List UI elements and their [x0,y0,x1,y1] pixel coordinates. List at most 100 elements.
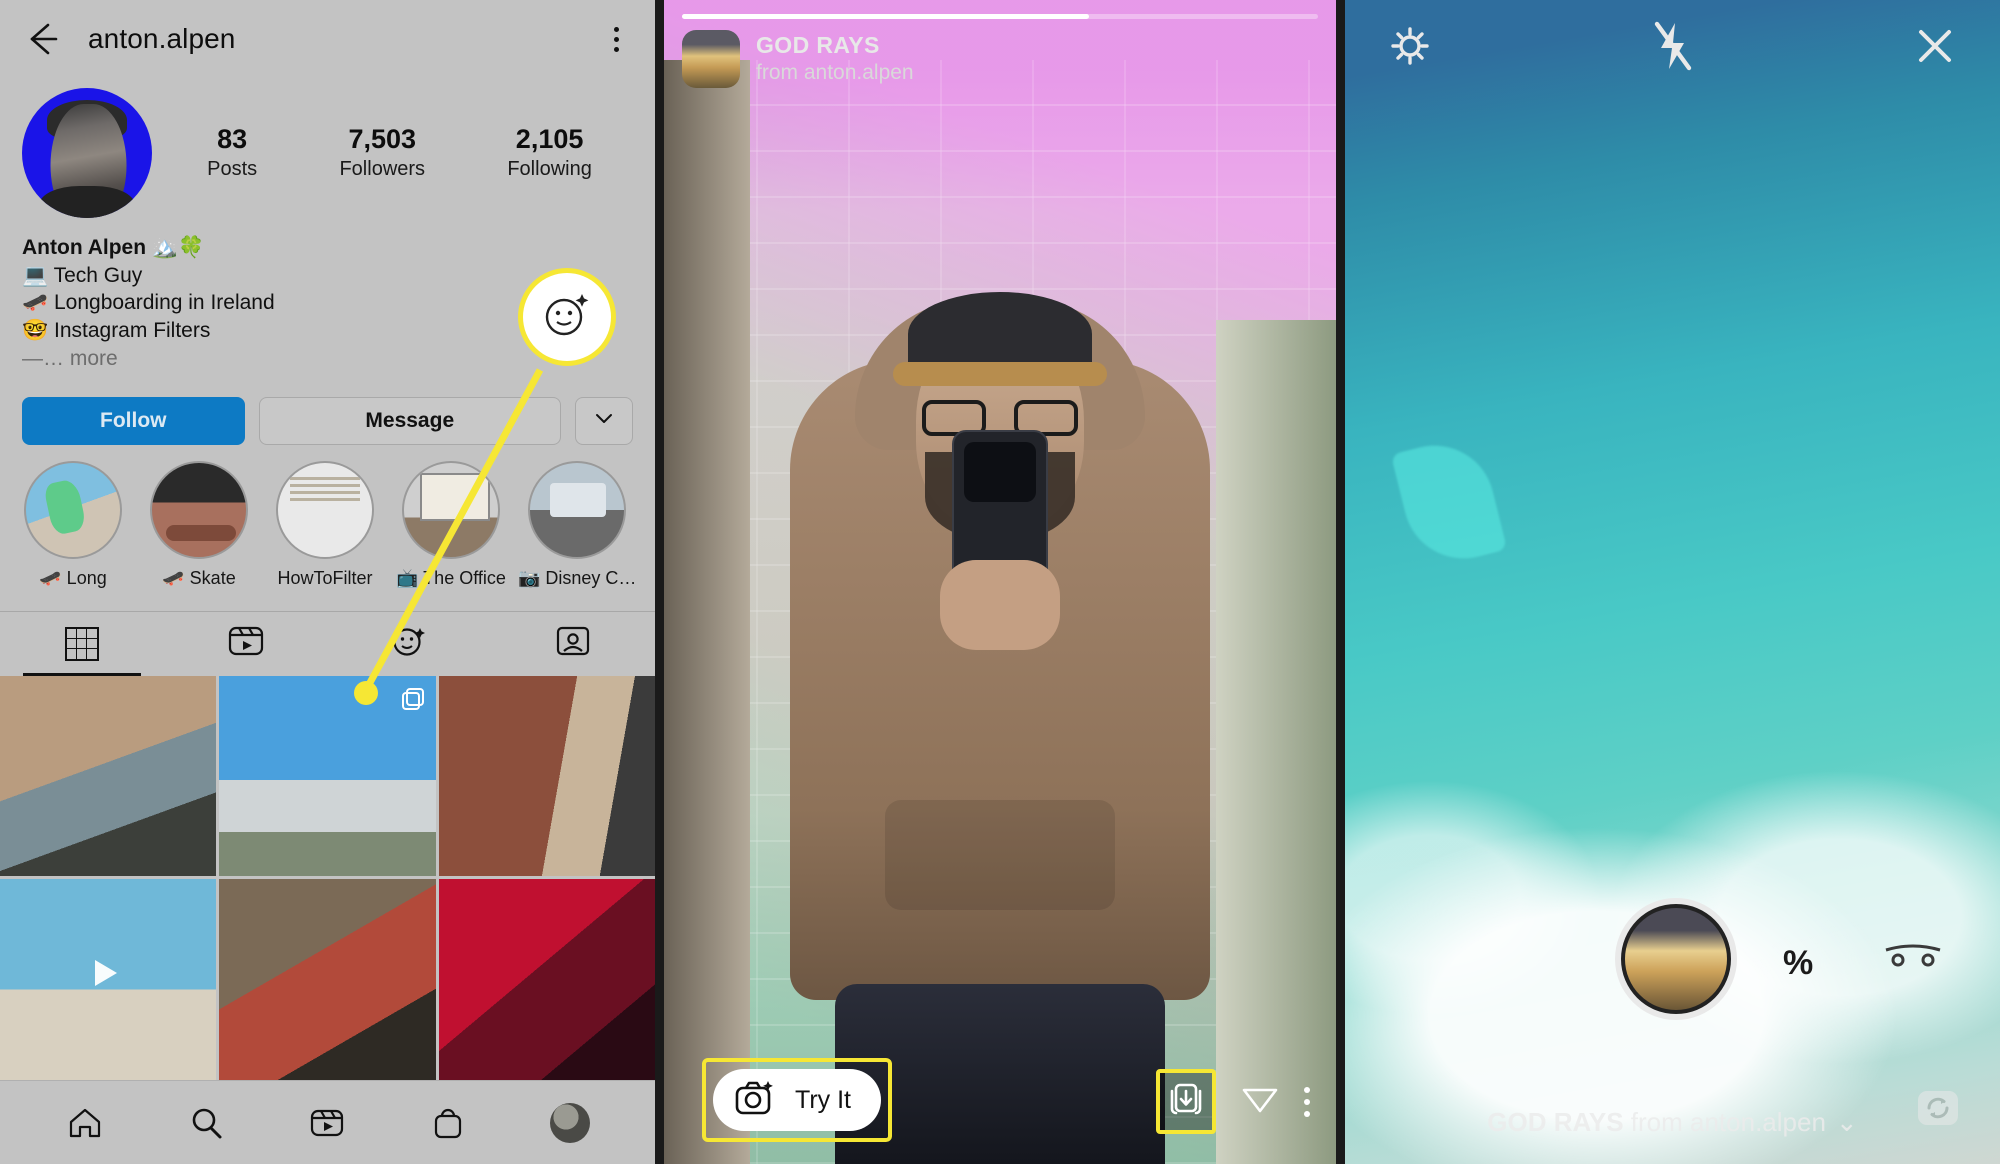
post-cell[interactable] [219,675,436,877]
page-title: anton.alpen [88,23,236,54]
post-cell[interactable] [438,675,655,877]
post-cell[interactable] [0,879,217,1080]
profile-summary: 83 Posts 7,503 Followers 2,105 Following [0,78,655,218]
annotation-badge [518,268,616,366]
longboard-icon [1390,433,1508,572]
try-it-highlight-box: Try It [702,1058,893,1142]
bottom-navigation-bar [0,1080,655,1164]
profile-tabs [0,610,655,676]
posts-count: 83 [217,123,248,154]
highlight-label: HowToFilter [277,567,373,588]
posts-label: Posts [207,158,258,181]
avatar[interactable] [22,88,152,218]
reels-icon[interactable] [308,1104,346,1142]
highlight-cover [402,460,500,559]
highlight-label: 🛹 Skate [162,567,236,588]
gear-icon[interactable] [1387,23,1433,74]
filter-thumbnail[interactable] [682,30,740,88]
filter-author: from anton.alpen [756,61,914,85]
send-paper-plane-icon[interactable] [1238,1077,1282,1126]
camera-top-bar [1345,0,2000,96]
highlight-label: 📷 Disney C… [518,567,636,588]
post-cell[interactable] [0,675,217,877]
shop-bag-icon[interactable] [429,1104,467,1142]
highlight-item[interactable]: 📷 Disney C… [518,460,636,589]
kebab-menu-icon[interactable] [599,22,633,56]
profile-header: anton.alpen [0,0,655,78]
chevron-down-icon[interactable]: ⌄ [1836,1107,1858,1138]
camera-controls: % [1345,898,2000,1068]
reels-icon [227,622,265,665]
bio-display-name: Anton Alpen 🏔️🍀 [22,236,205,259]
followers-count: 7,503 [348,123,417,154]
tab-filters[interactable] [328,612,492,676]
highlight-label: 📺 The Office [396,567,506,588]
tagged-person-icon [554,622,592,665]
effect-name: GOD RAYS [1487,1107,1624,1137]
highlight-cover [528,460,626,559]
story-filter-panel: GOD RAYS from anton.alpen Try It [664,0,1336,1164]
water-foam-background [1345,558,2000,1164]
save-highlight-box [1156,1069,1216,1134]
flash-off-icon[interactable] [1648,19,1698,78]
stat-following[interactable]: 2,105 Following [507,123,591,184]
highlight-cover [150,460,248,559]
followers-label: Followers [339,158,426,181]
tab-grid[interactable] [0,612,164,676]
shutter-effect-thumbnail[interactable] [1615,898,1737,1020]
tab-tagged[interactable] [491,612,655,676]
story-photo [664,0,1336,1164]
following-count: 2,105 [515,123,584,154]
smiley-sparkle-icon [540,288,594,347]
story-highlights: 🛹 Long 🛹 Skate HowToFilter 📺 The Office … [0,445,655,589]
effect-author: from anton.alpen [1623,1107,1826,1137]
highlight-item[interactable]: 🛹 Skate [140,460,258,589]
message-button[interactable]: Message [258,396,561,445]
play-icon [95,959,118,986]
highlight-label: 🛹 Long [39,567,107,588]
camera-effect-caption[interactable]: GOD RAYS from anton.alpen ⌄ [1345,1107,2000,1138]
chevron-down-icon [591,405,617,436]
try-it-label: Try It [795,1085,852,1114]
close-icon[interactable] [1912,23,1958,74]
highlight-item[interactable]: 🛹 Long [14,460,132,589]
instagram-profile-panel: anton.alpen 83 Posts 7,503 Followers 2,1… [0,0,655,1164]
story-header: GOD RAYS from anton.alpen [682,30,1318,88]
story-action-bar [1156,1069,1310,1134]
following-label: Following [507,158,592,181]
panel-divider [1336,0,1345,1164]
back-arrow-icon[interactable] [22,19,62,59]
percent-icon[interactable]: % [1783,944,1813,983]
highlight-cover [276,460,374,559]
save-download-icon[interactable] [1166,1083,1206,1123]
panel-divider [655,0,664,1164]
smiley-sparkle-icon [390,622,428,665]
post-cell[interactable] [219,879,436,1080]
story-progress-bar [682,14,1318,19]
stat-posts[interactable]: 83 Posts [207,123,257,184]
tab-reels[interactable] [164,612,328,676]
camera-sparkle-icon [735,1079,777,1122]
more-options-button[interactable] [575,396,633,445]
profile-avatar-icon[interactable] [549,1102,590,1143]
profile-action-buttons: Follow Message [0,373,655,445]
flip-camera-icon[interactable] [1912,1081,1964,1138]
longboard-icon[interactable] [1882,938,1944,974]
three-panel-screenshot: anton.alpen 83 Posts 7,503 Followers 2,1… [0,0,2000,1164]
carousel-icon [400,686,426,712]
post-cell[interactable] [438,879,655,1080]
kebab-menu-icon[interactable] [1304,1086,1310,1117]
highlight-item[interactable]: HowToFilter [266,460,384,589]
profile-stats: 83 Posts 7,503 Followers 2,105 Following [152,123,633,184]
camera-effect-panel: % GOD RAYS from anton.alpen ⌄ [1345,0,2000,1164]
highlight-cover [24,460,122,559]
follow-button[interactable]: Follow [22,396,245,445]
filter-name: GOD RAYS [756,31,880,58]
stat-followers[interactable]: 7,503 Followers [339,123,425,184]
try-it-button[interactable]: Try It [713,1069,882,1131]
highlight-item[interactable]: 📺 The Office [392,460,510,589]
home-icon[interactable] [66,1104,104,1142]
search-icon[interactable] [187,1104,225,1142]
grid-icon [64,626,99,661]
posts-grid [0,675,655,1080]
